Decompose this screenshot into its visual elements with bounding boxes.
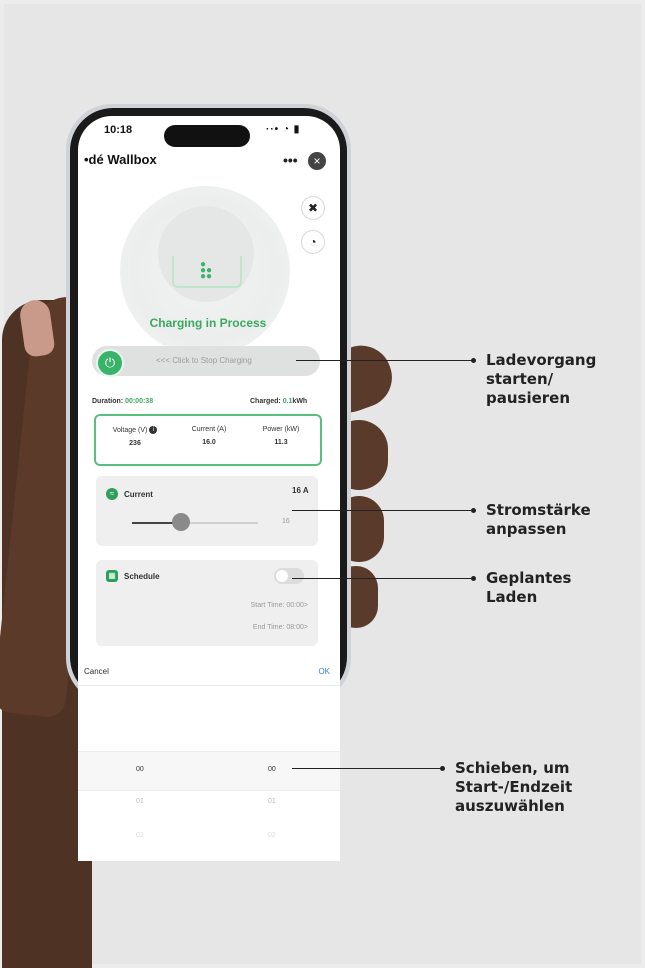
callout-line-text: Geplantes (486, 569, 572, 587)
callout-dot (440, 766, 445, 771)
duration-readout: Duration: 00:00:38 (92, 398, 153, 405)
more-icon[interactable]: ••• (283, 152, 298, 168)
charging-status: Charging in Process (149, 316, 267, 330)
stat-current: Current (A) 16.0 (174, 426, 244, 446)
dynamic-island (164, 125, 250, 147)
bubbles-icon: ● ●● ●● (200, 259, 213, 282)
callout-line-text: Stromstärke (486, 501, 591, 519)
callout-line (292, 578, 474, 579)
stat-label: Power (kW) (262, 426, 300, 433)
callout-line-text: Laden (486, 588, 538, 606)
picker-toolbar: Cancel OK (78, 663, 340, 686)
picker-minute[interactable]: 00 (268, 766, 276, 773)
callout-line (296, 360, 474, 361)
timer-icon[interactable]: ◔ (301, 230, 325, 254)
current-value: 16 A (292, 486, 309, 495)
fan-icon[interactable]: ✖ (301, 196, 325, 220)
stat-power: Power (kW) 11.3 (246, 426, 316, 446)
current-title: Current (124, 490, 153, 499)
callout-line-text: Start-/Endzeit (455, 778, 573, 796)
schedule-toggle[interactable] (274, 568, 304, 584)
charged-readout: Charged: 0.1kWh (250, 398, 307, 405)
info-icon[interactable]: i (149, 426, 158, 434)
close-icon[interactable]: × (308, 152, 326, 170)
duration-label: Duration: (92, 398, 124, 405)
callout-line-text: Schieben, um (455, 759, 570, 777)
power-icon[interactable]: ⏻ (96, 349, 124, 377)
alarm-clock-icon: ▦ (106, 570, 118, 582)
stop-charging-label: <<< Click to Stop Charging (156, 356, 252, 365)
callout-current: Stromstärke anpassen (486, 501, 591, 539)
callout-schedule: Geplantes Laden (486, 569, 571, 607)
callout-dot (471, 508, 476, 513)
picker-minute[interactable]: 02 (268, 832, 276, 839)
stat-label: Current (A) (191, 426, 227, 433)
callout-line-text: Ladevorgang (486, 351, 597, 369)
phone-screen: 10:18 ··• ◔ ▮ •dé Wallbox ••• × ● ●● ●● ✖ … (78, 116, 340, 861)
charged-label: Charged: (250, 398, 281, 405)
current-slider-thumb[interactable] (172, 513, 190, 531)
callout-dot (471, 358, 476, 363)
stats-panel: Voltage (V) i 236 Current (A) 16.0 Power… (94, 414, 322, 466)
app-title: •dé Wallbox (84, 152, 157, 167)
stat-voltage: Voltage (V) i 236 (100, 426, 170, 447)
schedule-card: ▦ Schedule Start Time: 00:00> End Time: … (96, 560, 318, 646)
current-slider-label: 16 (282, 518, 290, 525)
picker-hour[interactable]: 01 (136, 798, 144, 805)
callout-line-text: auszuwählen (455, 797, 565, 815)
status-icons: ··• ◔ ▮ (266, 124, 301, 135)
picker-ok-button[interactable]: OK (318, 667, 330, 676)
schedule-end-time[interactable]: End Time: 08:00> (253, 624, 308, 631)
charged-unit: kWh (292, 398, 308, 405)
status-time: 10:18 (104, 124, 133, 136)
stat-label: Voltage (V) (112, 426, 148, 434)
callout-charge: Ladevorgang starten/ pausieren (486, 351, 596, 408)
callout-dot (471, 576, 476, 581)
schedule-title: Schedule (124, 572, 160, 581)
picker-hour[interactable]: 00 (136, 766, 144, 773)
stat-value: 16.0 (202, 439, 216, 446)
callout-picker: Schieben, um Start-/Endzeit auszuwählen (455, 759, 572, 816)
picker-hour[interactable]: 02 (136, 832, 144, 839)
duration-value: 00:00:38 (125, 398, 154, 405)
stat-value: 11.3 (274, 439, 288, 446)
toggle-knob (276, 570, 288, 582)
picker-cancel-button[interactable]: Cancel (84, 667, 109, 676)
picker-minute[interactable]: 01 (268, 798, 276, 805)
charged-value: 0.1 (282, 398, 293, 405)
callout-line (292, 768, 442, 769)
schedule-start-time[interactable]: Start Time: 00:00> (251, 602, 308, 609)
callout-line-text: anpassen (486, 520, 567, 538)
stat-value: 236 (129, 440, 141, 447)
current-card: ≈ Current 16 A 16 (96, 476, 318, 546)
current-icon: ≈ (106, 488, 118, 500)
picker-selection-band (78, 751, 340, 791)
callout-line-text: starten/ (486, 370, 554, 388)
callout-line (292, 510, 474, 511)
callout-line-text: pausieren (486, 389, 571, 407)
